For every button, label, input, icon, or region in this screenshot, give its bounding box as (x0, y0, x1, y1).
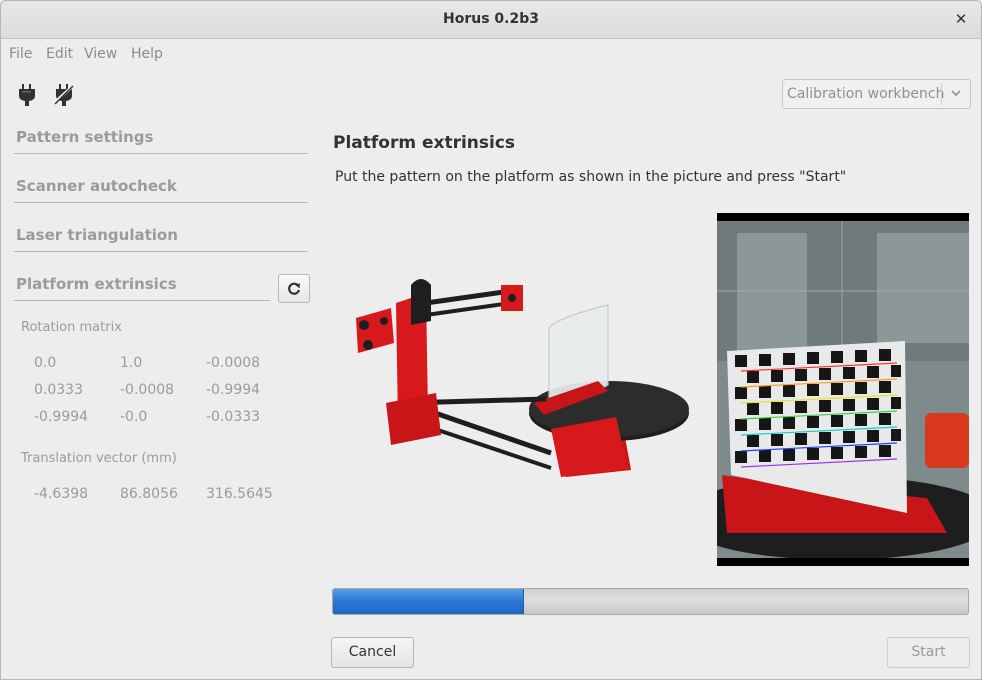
translation-vector-label: Translation vector (mm) (21, 451, 177, 466)
refresh-icon (288, 282, 301, 295)
translation-cell: 86.8056 (120, 486, 178, 502)
workbench-selected: Calibration workbench (787, 86, 945, 102)
translation-cell: -4.6398 (34, 486, 89, 502)
rotation-matrix-label: Rotation matrix (21, 320, 122, 335)
rotation-cell: 0.0 (34, 355, 57, 371)
divider (14, 251, 308, 252)
translation-cell: 316.5645 (206, 486, 273, 502)
instructions-text: Put the pattern on the platform as shown… (335, 169, 847, 185)
rotation-cell: -0.9994 (206, 382, 261, 398)
menu-edit[interactable]: Edit (46, 46, 73, 62)
panel-pattern-settings-label: Pattern settings (16, 128, 154, 146)
rotation-cell: 1.0 (120, 355, 143, 371)
rotation-cell: -0.0333 (206, 409, 261, 425)
panel-scanner-autocheck[interactable]: Scanner autocheck (14, 173, 308, 203)
rotation-cell: -0.9994 (34, 409, 89, 425)
panel-pattern-settings[interactable]: Pattern settings (14, 124, 308, 154)
panel-scanner-autocheck-label: Scanner autocheck (16, 177, 177, 195)
divider (14, 202, 308, 203)
close-icon[interactable]: ✕ (953, 11, 969, 27)
workbench-select[interactable]: Calibration workbench (782, 79, 971, 109)
window-title: Horus 0.2b3 (443, 11, 539, 27)
camera-preview (717, 213, 969, 566)
divider (14, 300, 270, 301)
divider (14, 153, 308, 154)
rotation-cell: -0.0008 (206, 355, 261, 371)
app-window: Horus 0.2b3 ✕ File Edit View Help Calibr… (0, 0, 982, 680)
scanner-illustration (346, 263, 696, 478)
title-bar[interactable]: Horus 0.2b3 ✕ (1, 1, 981, 39)
progress-bar (332, 588, 969, 615)
rotation-cell: -0.0 (120, 409, 148, 425)
plug-disconnect-icon[interactable] (52, 81, 76, 107)
menu-bar: File Edit View Help (1, 39, 981, 69)
panel-laser-triangulation[interactable]: Laser triangulation (14, 222, 308, 252)
panel-platform-extrinsics[interactable]: Platform extrinsics (14, 271, 270, 301)
panel-platform-extrinsics-label: Platform extrinsics (16, 275, 177, 293)
panel-laser-triangulation-label: Laser triangulation (16, 226, 178, 244)
page-title: Platform extrinsics (333, 133, 516, 153)
progress-fill (333, 589, 524, 614)
menu-view[interactable]: View (84, 46, 117, 62)
select-divider (941, 83, 942, 105)
restore-default-button[interactable] (278, 274, 310, 303)
plug-connect-icon[interactable] (16, 81, 38, 107)
start-button[interactable]: Start (887, 637, 970, 668)
cancel-button[interactable]: Cancel (331, 637, 414, 668)
menu-help[interactable]: Help (131, 46, 163, 62)
rotation-cell: 0.0333 (34, 382, 83, 398)
rotation-cell: -0.0008 (120, 382, 175, 398)
chevron-down-icon (948, 84, 964, 102)
menu-file[interactable]: File (9, 46, 32, 62)
